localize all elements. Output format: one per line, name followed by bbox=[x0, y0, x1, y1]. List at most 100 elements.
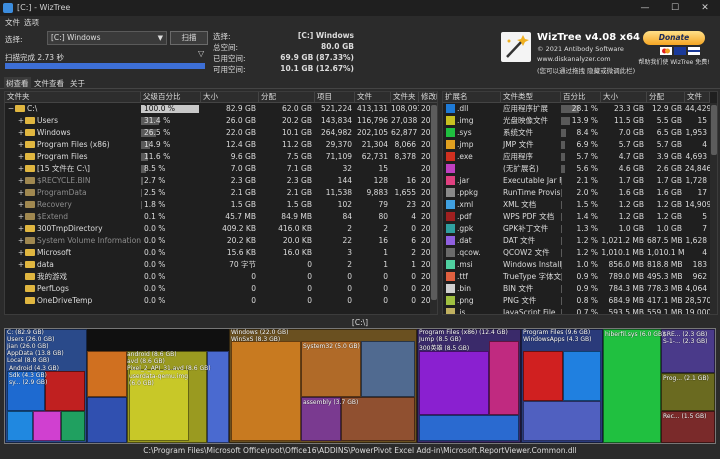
treemap-block-pf86-c[interactable] bbox=[419, 415, 519, 441]
treemap-block-winsxs[interactable] bbox=[231, 341, 301, 441]
extension-row[interactable]: .sys 系统文件 8.4 % 7.0 GB 6.5 GB 1,953 bbox=[443, 127, 717, 139]
extension-row[interactable]: .exe 应用程序 5.7 % 4.7 GB 3.9 GB 4,693 bbox=[443, 151, 717, 163]
expand-toggle-icon[interactable]: + bbox=[17, 187, 25, 199]
tree-row[interactable]: +[15 文件在 C:\]8.5 %7.0 GB7.1 GB32152022/4… bbox=[5, 163, 437, 175]
extension-scrollbar[interactable] bbox=[710, 103, 717, 314]
extension-row[interactable]: .bin BIN 文件 0.9 % 784.3 MB 778.3 MB 4,064 bbox=[443, 283, 717, 295]
expand-toggle-icon[interactable]: + bbox=[17, 247, 25, 259]
extension-row[interactable]: .msi Windows Installe 1.0 % 856.0 MB 818.8 M… bbox=[443, 259, 717, 271]
extension-column-header[interactable]: 百分比 bbox=[561, 92, 601, 103]
extension-row[interactable]: .dll 应用程序扩展 28.1 % 23.3 GB 12.9 GB 44,429 bbox=[443, 103, 717, 115]
extension-column-header[interactable]: 分配 bbox=[647, 92, 685, 103]
extension-row[interactable]: (无扩展名) 5.6 % 4.6 GB 2.6 GB 24,846 bbox=[443, 163, 717, 175]
close-button[interactable]: ✕ bbox=[690, 0, 720, 16]
treemap-block-pf-b[interactable] bbox=[563, 351, 601, 401]
tree-column-header[interactable]: 分配 bbox=[259, 92, 315, 103]
tree-scrollbar-thumb[interactable] bbox=[431, 105, 437, 300]
tab-tree-view[interactable]: 树查看 bbox=[4, 77, 31, 89]
expand-toggle-icon[interactable]: + bbox=[17, 127, 25, 139]
expand-toggle-icon[interactable]: + bbox=[17, 259, 25, 271]
extension-row[interactable]: .dat DAT 文件 1.2 % 1,021.2 MB 687.5 MB 1,628 bbox=[443, 235, 717, 247]
tree-row[interactable]: +$RECYCLE.BIN2.7 %2.3 GB2.3 GB1441281620… bbox=[5, 175, 437, 187]
extension-row[interactable]: .ppkg RunTime Provisi 2.0 % 1.6 GB 1.6 GB 17 bbox=[443, 187, 717, 199]
tree-row[interactable]: +data0.0 %70 字节02112020/10/17 bbox=[5, 259, 437, 271]
expand-toggle-icon[interactable]: + bbox=[17, 211, 25, 223]
treemap-block-users-c[interactable] bbox=[61, 411, 85, 441]
tree-row[interactable]: +300TmpDirectory 0.0 % 409.2 KB 416.0 KB 2 2 0… bbox=[5, 223, 437, 235]
tree-row[interactable]: − C:\ 100.0 % 82.9 GB 62.0 GB 521,224 413,131 1… bbox=[5, 103, 437, 115]
expand-toggle-icon[interactable]: + bbox=[17, 235, 25, 247]
tree-row[interactable]: + Windows 26.5 % 22.0 GB 10.1 GB 264,982 202,1… bbox=[5, 127, 437, 139]
menu-file[interactable]: 文件 bbox=[5, 17, 20, 28]
drive-select[interactable]: [C:] Windows ▼ bbox=[47, 31, 167, 45]
treemap-block-pf86-b[interactable] bbox=[489, 341, 519, 415]
extension-column-header[interactable]: 文件 bbox=[685, 92, 710, 103]
extension-table[interactable]: 扩展名 文件类型 百分比 大小 分配 文件 .dll 应用程序扩展 28.1 % 23.3 GB… bbox=[442, 91, 718, 315]
expand-toggle-icon[interactable]: + bbox=[17, 199, 25, 211]
tree-scrollbar[interactable] bbox=[430, 103, 437, 314]
tree-row[interactable]: +Microsoft0.0 %15.6 KB16.0 KB3122020/8/1… bbox=[5, 247, 437, 259]
extension-row[interactable]: .pdf WPS PDF 文档 1.4 % 1.2 GB 1.2 GB 5 bbox=[443, 211, 717, 223]
extension-name: .js bbox=[457, 308, 466, 315]
tree-row[interactable]: 我的游戏0.0 %000002021/11/4 1 bbox=[5, 271, 437, 283]
extension-row[interactable]: .js JavaScript File 0.7 % 593.5 MB 559.1 MB 1… bbox=[443, 307, 717, 315]
website-link[interactable]: www.diskanalyzer.com bbox=[537, 55, 611, 63]
tab-about[interactable]: 关于 bbox=[68, 77, 87, 89]
extension-row[interactable]: .jmp JMP 文件 6.9 % 5.7 GB 5.7 GB 4 bbox=[443, 139, 717, 151]
scan-button[interactable]: 扫描 bbox=[170, 31, 208, 45]
expand-toggle-icon[interactable]: + bbox=[17, 151, 25, 163]
treemap[interactable]: C: (82.9 GB) Users (26.0 GB) Jian (26.0 … bbox=[4, 328, 716, 444]
expand-toggle-icon[interactable]: + bbox=[17, 139, 25, 151]
treemap-block-appdata-b[interactable] bbox=[87, 397, 127, 443]
tree-column-header[interactable]: 文件 bbox=[355, 92, 391, 103]
treemap-block-users-a[interactable] bbox=[7, 411, 33, 441]
menu-options[interactable]: 选项 bbox=[24, 17, 39, 28]
tree-row[interactable]: +$Extend0.1 %45.7 MB84.9 MB848042020/8/1… bbox=[5, 211, 437, 223]
treemap-block-hiberfil-sys[interactable] bbox=[603, 329, 661, 443]
treemap-block-users-b[interactable] bbox=[33, 411, 61, 441]
tree-row[interactable]: + Program Files (x86) 14.9 % 12.4 GB 11.2 GB… bbox=[5, 139, 437, 151]
treemap-block-jump-300[interactable] bbox=[419, 351, 489, 415]
expand-toggle-icon[interactable]: + bbox=[17, 175, 25, 187]
expand-toggle-icon[interactable]: − bbox=[7, 103, 15, 115]
folder-tree-table[interactable]: 文件夹父级百分比大小分配项目文件文件夹修改时间 −C:\100.0 %82.9 … bbox=[4, 91, 438, 315]
tree-row[interactable]: + ProgramData 2.5 % 2.1 GB 2.1 GB 11,538 9,883… bbox=[5, 187, 437, 199]
tree-column-header[interactable]: 修改时间 bbox=[419, 92, 437, 103]
minimize-button[interactable]: — bbox=[630, 0, 660, 16]
tree-column-header[interactable]: 项目 bbox=[315, 92, 355, 103]
extension-column-header[interactable]: 扩展名 bbox=[443, 92, 501, 103]
extension-row[interactable]: .png PNG 文件 0.8 % 684.9 MB 417.1 MB 28,570 bbox=[443, 295, 717, 307]
extension-row[interactable]: .jar Executable Jar F 2.1 % 1.7 GB 1.7 GB 1,7… bbox=[443, 175, 717, 187]
maximize-button[interactable]: ☐ bbox=[660, 0, 690, 16]
tree-column-header[interactable]: 大小 bbox=[201, 92, 259, 103]
expand-toggle-icon[interactable]: + bbox=[17, 115, 25, 127]
extension-scrollbar-thumb[interactable] bbox=[711, 105, 717, 155]
treemap-block-pf-c[interactable] bbox=[523, 401, 601, 441]
expand-toggle-icon[interactable]: + bbox=[17, 223, 25, 235]
treemap-block-appdata-a[interactable] bbox=[87, 351, 127, 397]
tree-row[interactable]: + Program Files 11.6 % 9.6 GB 7.5 GB 71,109 62… bbox=[5, 151, 437, 163]
tab-file-view[interactable]: 文件查看 bbox=[32, 77, 66, 89]
extension-column-header[interactable]: 文件类型 bbox=[501, 92, 561, 103]
treemap-block-windows-b[interactable] bbox=[361, 341, 415, 397]
extension-row[interactable]: .ttf TrueType 字体文 0.9 % 789.0 MB 495.3 MB 962 bbox=[443, 271, 717, 283]
tree-row[interactable]: +Recovery1.8 %1.5 GB1.5 GB10279232021/11… bbox=[5, 199, 437, 211]
donate-button[interactable]: Donate bbox=[643, 31, 705, 45]
extension-row[interactable]: .gpk GPK补丁文件 1.3 % 1.0 GB 1.0 GB 7 bbox=[443, 223, 717, 235]
filter-icon[interactable]: ▽ bbox=[198, 49, 204, 58]
extension-row[interactable]: .qcow.QCOW2 文件1.2 %1,010.1 MB1,010.1 MB4 bbox=[443, 247, 717, 259]
treemap-block-sy[interactable] bbox=[45, 371, 85, 411]
tree-column-header[interactable]: 文件夹 bbox=[391, 92, 419, 103]
tree-column-header[interactable]: 父级百分比 bbox=[141, 92, 201, 103]
tree-row[interactable]: PerfLogs0.0 %000002021/6/5 20 bbox=[5, 283, 437, 295]
extension-row[interactable]: .img 光盘映像文件 13.9 % 11.5 GB 5.5 GB 15 bbox=[443, 115, 717, 127]
tree-row[interactable]: + Users 31.4 % 26.0 GB 20.2 GB 143,834 116,796… bbox=[5, 115, 437, 127]
tree-row[interactable]: + System Volume Information 0.0 % 20.2 KB 20… bbox=[5, 235, 437, 247]
tree-row[interactable]: OneDriveTemp0.0 %000002020/8/13 1 bbox=[5, 295, 437, 307]
expand-toggle-icon[interactable]: + bbox=[17, 163, 25, 175]
treemap-block-windowsapps[interactable] bbox=[523, 351, 563, 401]
extension-row[interactable]: .xml XML 文档 1.5 % 1.2 GB 1.2 GB 14,909 bbox=[443, 199, 717, 211]
tree-column-header[interactable]: 文件夹 bbox=[5, 92, 141, 103]
extension-column-header[interactable]: 大小 bbox=[601, 92, 647, 103]
size-cell: 784.3 MB bbox=[608, 284, 644, 293]
